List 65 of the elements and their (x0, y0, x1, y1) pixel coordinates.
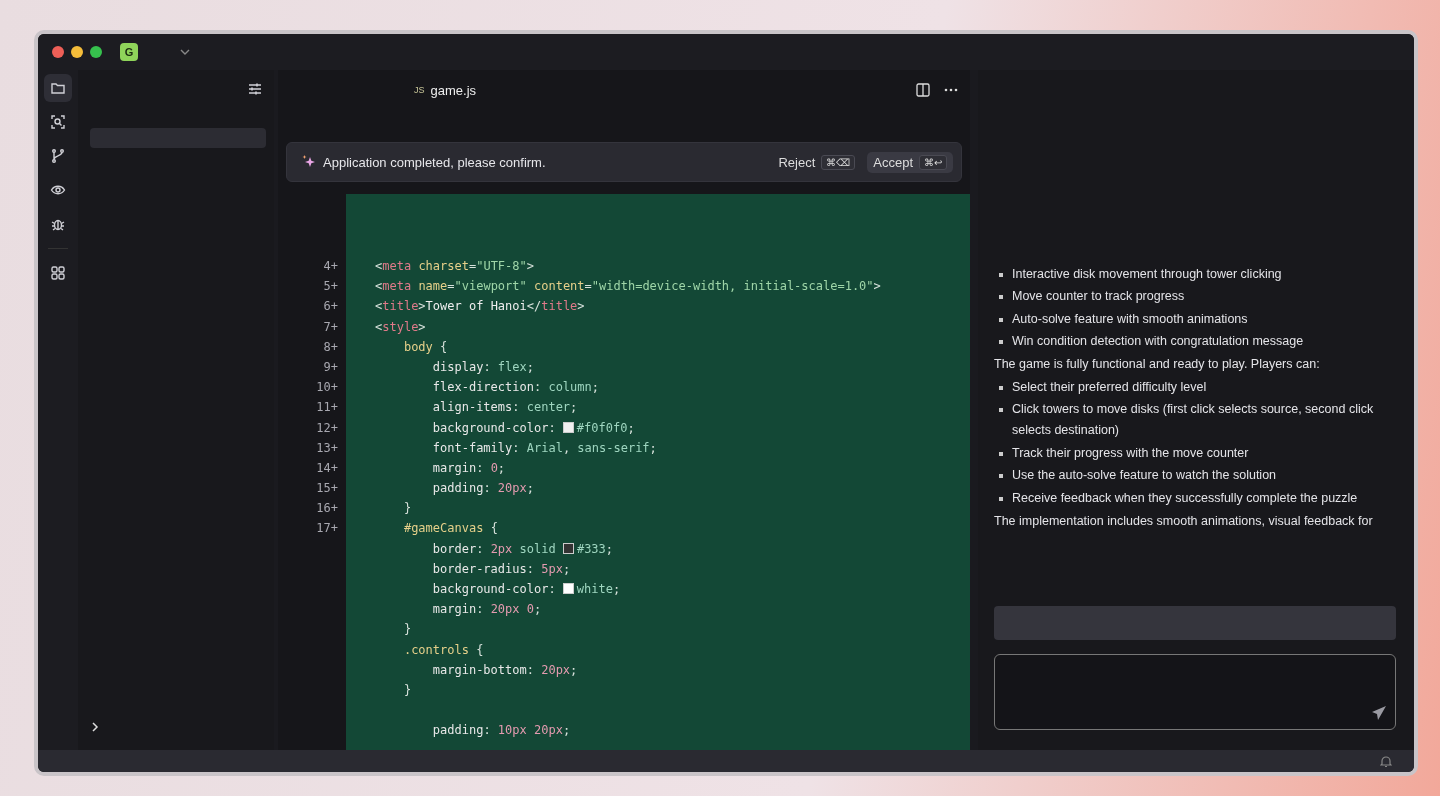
line-number: 15+ (316, 481, 338, 496)
code-line: align-items: center; (431, 400, 578, 415)
code-line: <title>Tower of Hanoi</title> (375, 299, 585, 314)
split-view-icon[interactable] (916, 83, 930, 97)
chat-input[interactable] (994, 654, 1396, 730)
list-item: Click towers to move disks (first click selects source, second click selects destination) (1012, 401, 1375, 440)
code-line: margin-bottom: 20px; (431, 662, 578, 677)
more-icon[interactable] (944, 88, 958, 92)
code-line: padding: 20px; (431, 481, 534, 496)
code-line: display: flex; (431, 359, 534, 374)
line-number: 7+ (323, 319, 338, 334)
folder-icon[interactable] (44, 74, 72, 102)
code-line: border: 2px solid #333; (431, 541, 614, 556)
list-item: Receive feedback when they successfully complete the puzzle (1012, 489, 1358, 507)
maximize-button[interactable] (90, 46, 102, 58)
sliders-icon[interactable] (248, 82, 262, 96)
code-line: background-color: white; (431, 582, 621, 596)
chevron-down-icon[interactable] (180, 49, 190, 55)
line-number: 8+ (323, 339, 338, 354)
list-item: Use the auto-solve feature to watch the solution (1012, 467, 1277, 485)
code-line: margin: 0; (431, 460, 506, 475)
code-line: font-family: Arial, sans-serif; (431, 440, 657, 455)
line-number: 10+ (316, 380, 338, 395)
list-item: Move counter to track progress (1012, 288, 1185, 306)
close-button[interactable] (52, 46, 64, 58)
project-badge[interactable]: G (120, 43, 138, 61)
chevron-right-icon[interactable] (92, 722, 99, 732)
code-line: background-color: #f0f0f0; (431, 420, 635, 435)
list-item: Track their progress with the move counter (1012, 444, 1249, 462)
minimize-button[interactable] (71, 46, 83, 58)
code-line: .controls { (402, 642, 484, 657)
line-number: 4+ (323, 259, 338, 273)
banner-message: Application completed, please confirm. (323, 154, 546, 170)
line-number: 17+ (316, 521, 338, 536)
code-line: } (402, 501, 412, 516)
code-line: body { (402, 339, 448, 354)
list-item: Win condition detection with congratulation message (1012, 333, 1304, 351)
line-number: 5+ (323, 279, 338, 294)
chat-paragraph: The game is fully functional and ready to play. Players can: (994, 355, 1321, 373)
code-line: border-radius: 5px; (431, 561, 571, 576)
line-number: 6+ (323, 299, 338, 314)
code-line: margin: 20px 0; (431, 602, 542, 617)
line-number: 9+ (323, 359, 338, 374)
reject-button[interactable]: Reject ⌘⌫ (772, 151, 862, 173)
code-line: #gameCanvas { (402, 521, 498, 536)
list-item: Auto-solve feature with smooth animations (1012, 310, 1248, 328)
line-number: 13+ (316, 440, 338, 455)
code-line: <meta name="viewport" content="width=device-width, initial-scale=1.0"> (375, 279, 881, 294)
bell-icon[interactable] (1380, 754, 1392, 768)
list-item: Interactive disk movement through tower clicking (1012, 265, 1282, 283)
chat-paragraph: The implementation includes smooth animations, visual feedback for (994, 512, 1374, 530)
code-line: <meta charset="UTF-8"> (375, 259, 534, 273)
line-number: 12+ (316, 420, 338, 435)
accept-button[interactable]: Accept ⌘↩ (867, 151, 953, 173)
send-icon[interactable] (1371, 705, 1387, 721)
line-number: 14+ (316, 460, 338, 475)
code-line: } (402, 682, 412, 697)
line-number: 11+ (316, 400, 338, 415)
line-number: 16+ (316, 501, 338, 516)
code-line: flex-direction: column; (431, 380, 599, 395)
editor-tab[interactable]: JS game.js (414, 82, 477, 98)
code-line: padding: 10px 20px; (431, 723, 571, 738)
list-item: Select their preferred difficulty level (1012, 378, 1207, 396)
code-line: } (402, 622, 412, 637)
code-line: <style> (375, 319, 426, 334)
